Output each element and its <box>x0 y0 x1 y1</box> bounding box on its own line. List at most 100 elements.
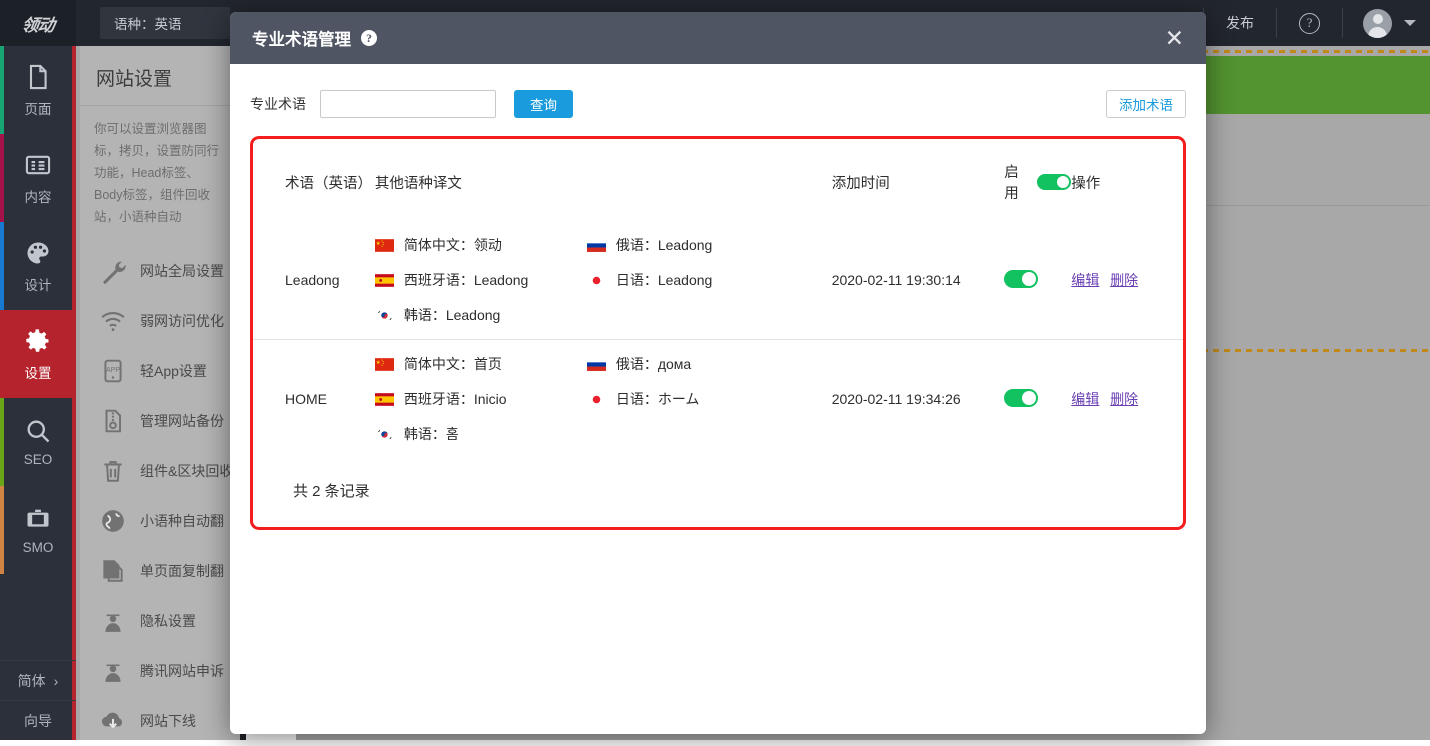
sidebar-item-label: SMO <box>23 540 54 555</box>
terms-table-body: Leadong 简体中文：领动 俄语：Leadong <box>253 221 1183 458</box>
edit-link[interactable]: 编辑 <box>1071 272 1099 288</box>
ru-flag-icon <box>587 239 606 252</box>
menu-item-label: 轻App设置 <box>140 361 207 381</box>
sidebar-item-smo[interactable]: SMO <box>0 486 76 574</box>
help-icon: ? <box>1299 13 1320 34</box>
delete-link[interactable]: 删除 <box>1110 391 1138 407</box>
menu-item-recycle-bin[interactable]: 组件&区块回收 <box>80 446 240 496</box>
trash-icon <box>100 458 126 484</box>
menu-item-label: 腾讯网站申诉 <box>140 661 224 681</box>
menu-item-site-offline[interactable]: 网站下线 <box>80 696 240 746</box>
translation-text-ja: 日语：ホーム <box>616 389 700 409</box>
menu-item-label: 单页面复制翻 <box>140 561 224 581</box>
chevron-right-icon: › <box>54 673 59 689</box>
translation-entry-es: 西班牙语：Leadong <box>375 270 587 290</box>
terms-table: 术语（英语） 其他语种译文 添加时间 启用 操作 <box>253 149 1183 458</box>
search-icon <box>24 417 52 445</box>
search-field-label: 专业术语 <box>250 94 306 114</box>
copy-icon <box>100 558 126 584</box>
cell-term: Leadong <box>253 221 375 340</box>
sidebar-item-design[interactable]: 设计 <box>0 222 76 310</box>
translation-text-ko: 韩语：홈 <box>404 424 459 444</box>
page-icon <box>24 63 52 91</box>
help-icon[interactable]: ? <box>361 30 377 46</box>
menu-item-light-app[interactable]: APP 轻App设置 <box>80 346 240 396</box>
menu-item-label: 小语种自动翻 <box>140 511 224 531</box>
search-input[interactable] <box>320 90 496 118</box>
publish-button[interactable]: 发布 <box>1204 0 1276 46</box>
translation-entry-zh: 简体中文：首页 <box>375 354 587 374</box>
cn-flag-icon <box>375 239 394 252</box>
menu-item-global-settings[interactable]: 网站全局设置 <box>80 246 240 296</box>
sidebar-item-settings[interactable]: 设置 <box>0 310 76 398</box>
edit-link[interactable]: 编辑 <box>1071 391 1099 407</box>
sidebar-item-label: 设置 <box>25 362 52 382</box>
settings-menu-list: 网站全局设置 弱网访问优化 APP 轻App设置 管理网站备份 组件&区块回收 … <box>80 240 240 746</box>
translation-text-es: 西班牙语：Leadong <box>404 270 529 290</box>
publish-label: 发布 <box>1226 13 1254 33</box>
menu-item-site-backup[interactable]: 管理网站备份 <box>80 396 240 446</box>
translation-grid: 简体中文：领动 俄语：Leadong 西班牙语：Leadong <box>375 235 832 325</box>
gear-icon <box>24 327 52 355</box>
translation-text-ja: 日语：Leadong <box>616 270 713 290</box>
translation-entry-ko: 韩语：홈 <box>375 424 587 444</box>
delete-link[interactable]: 删除 <box>1110 272 1138 288</box>
download-icon <box>100 708 126 734</box>
subpanel-title: 网站设置 <box>80 46 240 106</box>
menu-item-privacy[interactable]: 隐私设置 <box>80 596 240 646</box>
sidebar-item-label: 内容 <box>25 186 52 206</box>
add-term-button[interactable]: 添加术语 <box>1106 90 1186 118</box>
menu-item-auto-translate[interactable]: 小语种自动翻 <box>80 496 240 546</box>
rail-item-simplified[interactable]: 简体 › <box>0 660 76 700</box>
row-enable-toggle[interactable] <box>1004 389 1038 407</box>
rail-bottom-group: 简体 › 向导 <box>0 660 76 740</box>
app-icon: APP <box>100 358 126 384</box>
column-header-term: 术语（英语） <box>253 149 375 221</box>
settings-subpanel: 网站设置 你可以设置浏览器图标，拷贝，设置防同行功能，Head标签、Body标签… <box>80 46 240 740</box>
rail-accent-seo <box>0 398 4 486</box>
app-logo[interactable]: 领动 <box>0 0 76 46</box>
es-flag-icon <box>375 393 394 406</box>
rail-accent-smo <box>0 486 4 574</box>
menu-item-label: 组件&区块回收 <box>140 461 233 481</box>
content-icon <box>24 151 52 179</box>
language-selector[interactable]: 语种：英语 <box>100 7 230 39</box>
enable-all-toggle[interactable] <box>1037 174 1071 190</box>
query-button[interactable]: 查询 <box>514 90 573 118</box>
annotation-highlight-box: 术语（英语） 其他语种译文 添加时间 启用 操作 <box>250 136 1186 530</box>
rail-item-guide[interactable]: 向导 <box>0 700 76 740</box>
menu-item-tencent-appeal[interactable]: 腾讯网站申诉 <box>80 646 240 696</box>
translation-entry-ru: 俄语：Leadong <box>587 235 832 255</box>
column-header-enable-label: 启用 <box>1004 161 1028 203</box>
cell-actions: 编辑 删除 <box>1071 221 1183 340</box>
sidebar-item-pages[interactable]: 页面 <box>0 46 76 134</box>
help-button[interactable]: ? <box>1277 0 1342 46</box>
column-header-translations: 其他语种译文 <box>375 149 832 221</box>
user-menu[interactable] <box>1343 9 1430 38</box>
menu-item-weak-network[interactable]: 弱网访问优化 <box>80 296 240 346</box>
translation-text-zh: 简体中文：首页 <box>404 354 502 374</box>
wrench-icon <box>100 258 126 284</box>
wifi-icon <box>100 308 126 334</box>
translation-text-ru: 俄语：дома <box>616 354 691 374</box>
column-header-actions: 操作 <box>1071 149 1183 221</box>
menu-item-label: 弱网访问优化 <box>140 311 224 331</box>
close-icon[interactable]: ✕ <box>1165 27 1184 50</box>
ru-flag-icon <box>587 358 606 371</box>
cell-time: 2020-02-11 19:34:26 <box>832 340 1005 459</box>
terminology-management-modal: 专业术语管理 ? ✕ 专业术语 查询 添加术语 术语（英语） 其他语种译文 添加… <box>230 12 1206 734</box>
row-enable-toggle[interactable] <box>1004 270 1038 288</box>
column-header-enable: 启用 <box>1004 149 1071 221</box>
sidebar-item-seo[interactable]: SEO <box>0 398 76 486</box>
logo-text: 领动 <box>20 11 56 36</box>
menu-item-page-copy-translate[interactable]: 单页面复制翻 <box>80 546 240 596</box>
sidebar-item-label: 设计 <box>25 274 52 294</box>
rail-accent-pages <box>0 46 4 134</box>
sidebar-item-content[interactable]: 内容 <box>0 134 76 222</box>
appeal-icon <box>100 658 126 684</box>
jp-flag-icon <box>587 274 606 287</box>
translation-entry-ja: 日语：Leadong <box>587 270 832 290</box>
column-header-time: 添加时间 <box>832 149 1005 221</box>
backup-icon <box>100 408 126 434</box>
language-selector-value: 语种：英语 <box>114 13 182 33</box>
